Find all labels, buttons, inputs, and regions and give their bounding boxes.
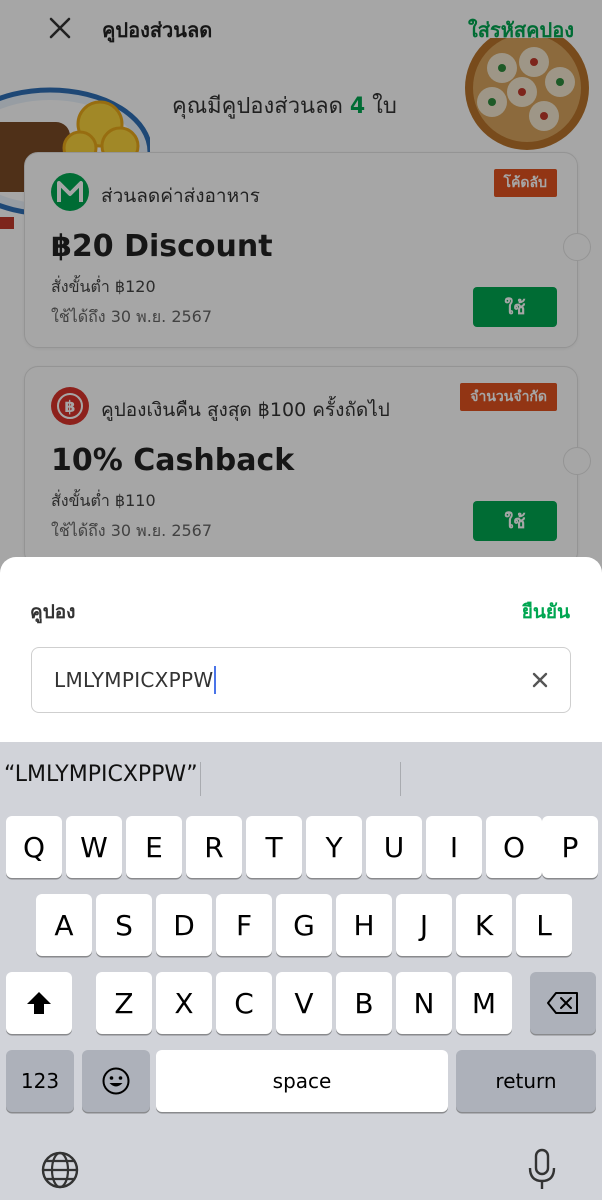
suggestion-bar: “LMLYMPICXPPW” xyxy=(0,742,602,812)
key-j[interactable]: J xyxy=(396,894,452,956)
microphone-icon xyxy=(528,1148,556,1189)
coupon-code-value: LMLYMPICXPPW xyxy=(54,668,214,692)
clear-icon xyxy=(532,672,548,688)
key-e[interactable]: E xyxy=(126,816,182,878)
modal-dim-overlay[interactable] xyxy=(0,0,602,600)
key-h[interactable]: H xyxy=(336,894,392,956)
return-key[interactable]: return xyxy=(456,1050,596,1112)
key-f[interactable]: F xyxy=(216,894,272,956)
key-l[interactable]: L xyxy=(516,894,572,956)
key-a[interactable]: A xyxy=(36,894,92,956)
key-s[interactable]: S xyxy=(96,894,152,956)
suggestion-divider xyxy=(200,762,201,796)
key-t[interactable]: T xyxy=(246,816,302,878)
suggestion-item[interactable]: “LMLYMPICXPPW” xyxy=(4,762,198,787)
key-y[interactable]: Y xyxy=(306,816,362,878)
key-c[interactable]: C xyxy=(216,972,272,1034)
coupon-code-input[interactable]: LMLYMPICXPPW xyxy=(31,647,571,713)
coupon-code-sheet: คูปอง ยืนยัน LMLYMPICXPPW xyxy=(0,557,602,747)
backspace-icon xyxy=(547,992,578,1014)
key-n[interactable]: N xyxy=(396,972,452,1034)
key-v[interactable]: V xyxy=(276,972,332,1034)
key-g[interactable]: G xyxy=(276,894,332,956)
clear-input-button[interactable] xyxy=(524,664,556,696)
emoji-key[interactable] xyxy=(82,1050,150,1112)
dictation-key[interactable] xyxy=(520,1146,564,1194)
key-x[interactable]: X xyxy=(156,972,212,1034)
text-caret xyxy=(214,666,217,694)
suggestion-divider xyxy=(400,762,401,796)
key-p[interactable]: P xyxy=(542,816,598,878)
key-b[interactable]: B xyxy=(336,972,392,1034)
space-key[interactable]: space xyxy=(156,1050,448,1112)
confirm-button[interactable]: ยืนยัน xyxy=(522,597,570,627)
key-q[interactable]: Q xyxy=(6,816,62,878)
key-u[interactable]: U xyxy=(366,816,422,878)
key-z[interactable]: Z xyxy=(96,972,152,1034)
globe-icon xyxy=(41,1151,79,1189)
ios-keyboard: “LMLYMPICXPPW” Q W E R T Y U I O P A S D… xyxy=(0,742,602,1200)
key-o[interactable]: O xyxy=(486,816,542,878)
key-k[interactable]: K xyxy=(456,894,512,956)
key-m[interactable]: M xyxy=(456,972,512,1034)
sheet-title: คูปอง xyxy=(30,601,76,623)
emoji-icon xyxy=(102,1067,130,1095)
delete-key[interactable] xyxy=(530,972,596,1034)
coupon-list-page: คูปองส่วนลด ใส่รหัสคูปอง คุณมีคูปองส่วนล… xyxy=(0,0,602,600)
shift-key[interactable] xyxy=(6,972,72,1034)
globe-key[interactable] xyxy=(38,1148,82,1192)
numbers-key[interactable]: 123 xyxy=(6,1050,74,1112)
shift-arrow-icon xyxy=(27,992,51,1014)
key-w[interactable]: W xyxy=(66,816,122,878)
key-d[interactable]: D xyxy=(156,894,212,956)
key-r[interactable]: R xyxy=(186,816,242,878)
key-i[interactable]: I xyxy=(426,816,482,878)
